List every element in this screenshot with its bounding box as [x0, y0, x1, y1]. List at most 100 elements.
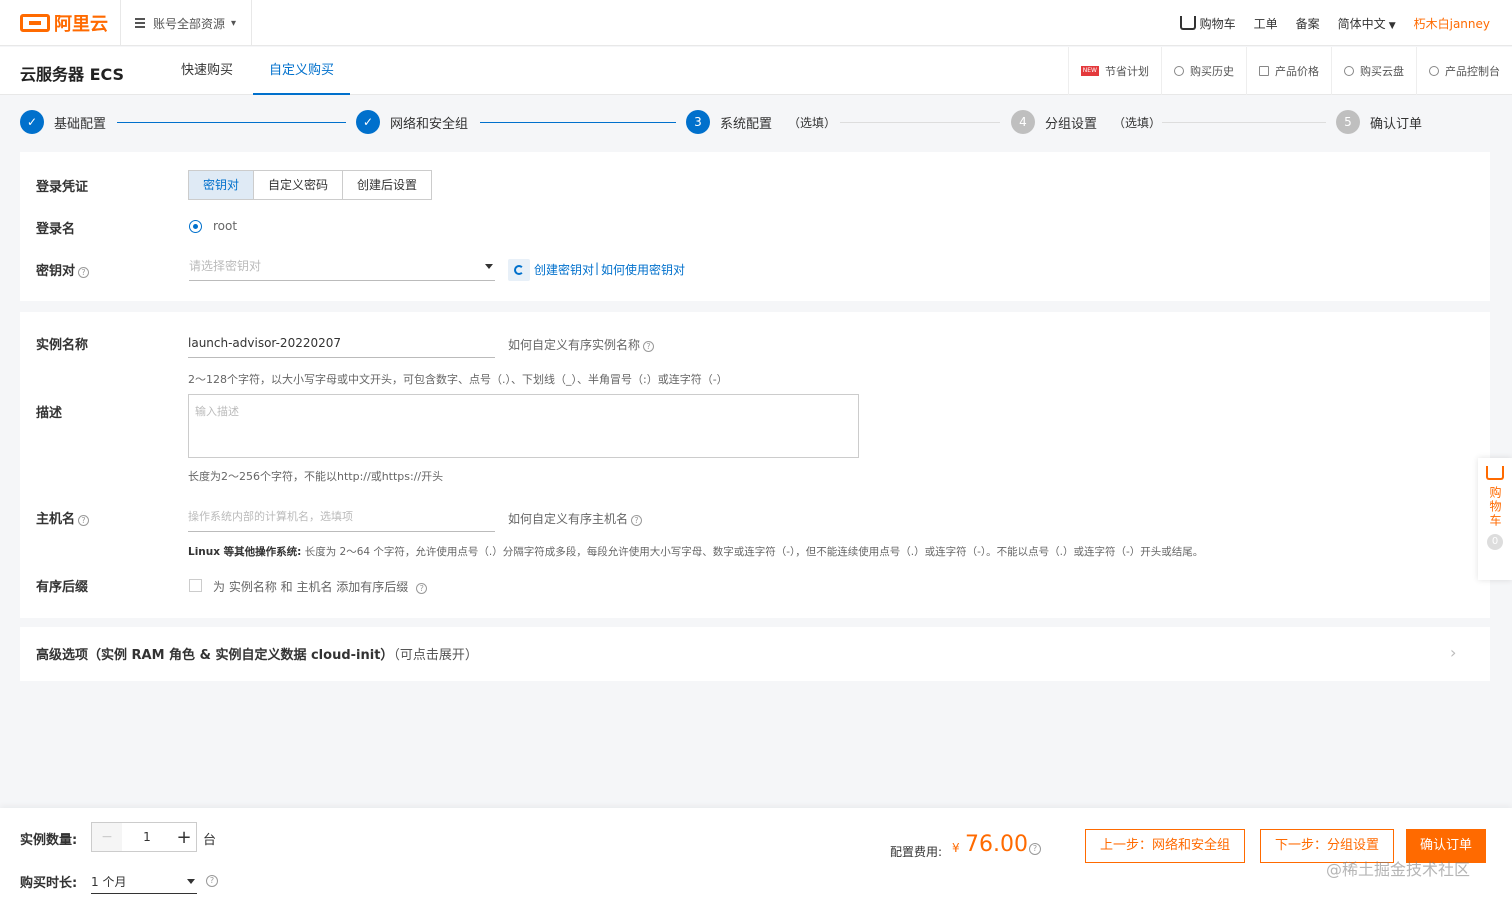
help-icon[interactable]: ? [78, 515, 90, 526]
language-selector[interactable]: 简体中文 ▼ [1338, 15, 1396, 32]
credential-option-keypair[interactable]: 密钥对 [189, 171, 255, 199]
step-connector [480, 122, 676, 123]
resource-selector-label: 账号全部资源 [153, 16, 226, 31]
product-title: 云服务器 ECS [20, 65, 125, 84]
quantity-label: 实例数量: [20, 833, 78, 848]
floating-cart[interactable]: 购物车 0 [1478, 458, 1512, 580]
refresh-button[interactable] [508, 259, 530, 281]
step-optional: （选填） [788, 115, 837, 130]
step-group-settings[interactable]: 4 分组设置 （选填） [1011, 110, 1161, 134]
price-currency: ¥ [952, 841, 960, 855]
help-icon[interactable]: ? [206, 875, 218, 887]
progress-steps: ✓ 基础配置 ✓ 网络和安全组 3 系统配置 （选填） 4 分组设置 （选填） … [20, 106, 1490, 140]
create-keypair-link[interactable]: 创建密钥对 [534, 261, 594, 278]
document-icon [1259, 66, 1269, 76]
how-to-use-keypair-link[interactable]: 如何使用密钥对 [601, 261, 685, 278]
credential-selector: 密钥对 自定义密码 创建后设置 [188, 170, 433, 200]
credential-option-later[interactable]: 创建后设置 [343, 171, 431, 199]
credential-label: 登录凭证 [36, 180, 89, 195]
help-icon[interactable]: ? [78, 267, 90, 278]
cart-link[interactable]: 购物车 [1179, 15, 1236, 32]
keypair-label: 密钥对? [36, 260, 90, 279]
shortcut-label: 购买历史 [1190, 65, 1234, 78]
credential-option-password[interactable]: 自定义密码 [254, 171, 344, 199]
description-hint: 长度为2～256个字符，不能以http://或https://开头 [188, 470, 444, 483]
new-badge: NEW [1080, 66, 1099, 76]
aliyun-logo[interactable]: 阿里云 [20, 11, 108, 35]
step-confirm-order[interactable]: 5 确认订单 [1336, 110, 1422, 134]
top-nav: 购物车 工单 备案 简体中文 ▼ 朽木白janney [1179, 0, 1490, 46]
language-label: 简体中文 [1337, 16, 1386, 31]
shortcut-product-price[interactable]: 产品价格 [1246, 47, 1331, 95]
step-connector [1162, 122, 1326, 123]
login-name-radio[interactable] [189, 220, 202, 233]
ticket-link[interactable]: 工单 [1254, 15, 1278, 32]
shortcut-savings-plan[interactable]: NEW 节省计划 [1067, 47, 1161, 95]
advanced-title-text: 高级选项（实例 RAM 角色 & 实例自定义数据 cloud-init） [36, 648, 394, 663]
step-label: 分组设置 [1045, 116, 1098, 132]
step-label: 系统配置 [720, 116, 773, 132]
top-bar: 阿里云 账号全部资源 ▾ 购物车 工单 备案 简体中文 ▼ 朽木白janney [0, 0, 1512, 46]
link-separator: | [595, 261, 600, 275]
shortcut-label: 节省计划 [1105, 65, 1149, 78]
chevron-down-icon: ▾ [231, 17, 237, 29]
hostname-help-link[interactable]: 如何自定义有序主机名? [508, 510, 643, 527]
step-connector [117, 122, 346, 123]
user-account[interactable]: 朽木白janney [1414, 15, 1490, 32]
cloud-icon [1344, 66, 1354, 76]
shortcut-label: 产品控制台 [1445, 65, 1500, 78]
instance-name-label: 实例名称 [36, 338, 89, 353]
tab-quick-buy[interactable]: 快速购买 [165, 47, 249, 95]
cart-count-badge: 0 [1487, 534, 1503, 550]
help-icon: ? [631, 515, 643, 526]
suffix-text-label: 为 实例名称 和 主机名 添加有序后缀 [213, 580, 409, 594]
aliyun-logo-mark-icon [20, 14, 50, 32]
login-panel: 登录凭证 密钥对 自定义密码 创建后设置 登录名 root 密钥对? 请选择密钥… [20, 152, 1490, 301]
shortcut-label: 购买云盘 [1360, 65, 1404, 78]
decrement-button[interactable]: − [92, 823, 122, 851]
chevron-right-icon[interactable]: › [1450, 643, 1456, 662]
help-icon[interactable]: ? [1029, 843, 1041, 855]
hostname-input[interactable]: 操作系统内部的计算机名，选填项 [188, 502, 495, 532]
refresh-icon [514, 265, 524, 275]
cart-icon [1179, 15, 1196, 30]
shortcut-purchase-history[interactable]: 购买历史 [1161, 47, 1246, 95]
cart-icon [1486, 466, 1504, 480]
shortcut-console[interactable]: 产品控制台 [1416, 47, 1512, 95]
resource-selector[interactable]: 账号全部资源 ▾ [120, 0, 252, 46]
shortcut-buy-disk[interactable]: 购买云盘 [1331, 47, 1416, 95]
shortcut-links: NEW 节省计划 购买历史 产品价格 购买云盘 产品控制台 [1067, 47, 1512, 95]
instance-name-help-link[interactable]: 如何自定义有序实例名称? [508, 336, 655, 353]
advanced-options-panel[interactable]: 高级选项（实例 RAM 角色 & 实例自定义数据 cloud-init）（可点击… [20, 627, 1490, 681]
price-label: 配置费用: [890, 845, 943, 859]
check-icon: ✓ [20, 110, 44, 134]
login-name-value: root [213, 219, 238, 233]
hostname-hint-os: Linux 等其他操作系统: [188, 546, 302, 558]
prev-step-button[interactable]: 上一步：网络和安全组 [1085, 829, 1246, 863]
step-network-security[interactable]: ✓ 网络和安全组 [356, 110, 468, 134]
increment-button[interactable]: + [172, 823, 196, 851]
step-connector [840, 122, 1000, 123]
duration-select[interactable]: 1 个月 [91, 870, 197, 894]
step-number: 3 [686, 110, 710, 134]
step-system-config: 3 系统配置 （选填） [686, 110, 836, 134]
instance-panel: 实例名称 launch-advisor-20220207 如何自定义有序实例名称… [20, 312, 1490, 618]
floating-cart-label: 购物车 [1488, 486, 1502, 528]
check-icon: ✓ [356, 110, 380, 134]
quantity-input[interactable]: 1 [122, 823, 172, 851]
step-basic-config[interactable]: ✓ 基础配置 [20, 110, 106, 134]
tab-custom-buy[interactable]: 自定义购买 [253, 47, 351, 95]
suffix-checkbox[interactable] [189, 579, 202, 592]
filing-link[interactable]: 备案 [1296, 15, 1320, 32]
help-link-text: 如何自定义有序实例名称 [508, 338, 641, 352]
description-textarea[interactable]: 输入描述 [188, 394, 859, 458]
product-header: 云服务器 ECS 快速购买 自定义购买 NEW 节省计划 购买历史 产品价格 购买… [0, 47, 1512, 95]
keypair-label-text: 密钥对 [36, 264, 76, 279]
instance-name-input[interactable]: launch-advisor-20220207 [188, 328, 495, 358]
hostname-label: 主机名? [36, 508, 90, 527]
hostname-hint: Linux 等其他操作系统: 长度为 2～64 个字符，允许使用点号（.）分隔字… [188, 544, 1203, 559]
keypair-select[interactable]: 请选择密钥对 [189, 251, 495, 281]
quantity-stepper: − 1 + [91, 822, 197, 852]
watermark: @稀土掘金技术社区 [1326, 860, 1471, 879]
help-icon[interactable]: ? [416, 583, 428, 594]
